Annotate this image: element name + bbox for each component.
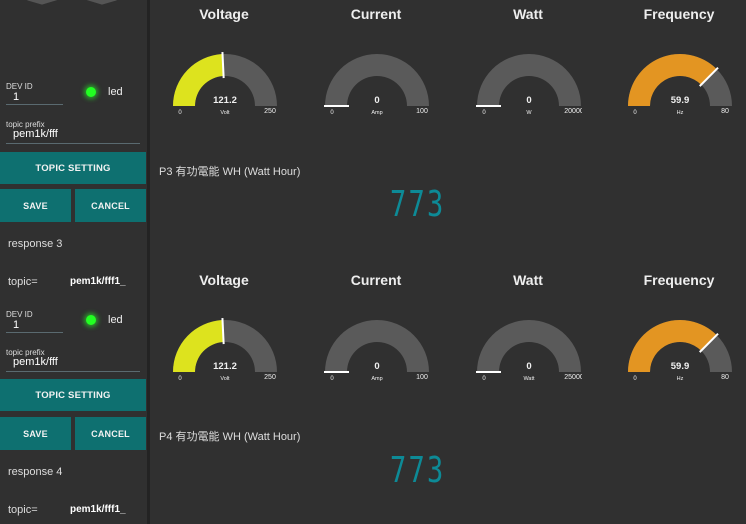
energy-label: P3 有功電能 WH (Watt Hour) <box>159 166 301 178</box>
dashboard-main: Voltage Current Watt Frequency 121.2 Volt… <box>150 0 746 524</box>
led-indicator <box>86 87 96 97</box>
topic-prefix-input[interactable]: pem1k/fff <box>13 128 58 140</box>
response-text: response 3 <box>8 238 63 250</box>
led-label: led <box>108 314 123 326</box>
gauge-max: 80 <box>721 108 729 115</box>
dev-id-label: DEV ID <box>6 82 33 91</box>
gauge-unit: Volt <box>220 110 230 116</box>
gauge-min: 0 <box>482 376 486 382</box>
dev-id-label: DEV ID <box>6 310 33 319</box>
gauge-min: 0 <box>330 110 334 116</box>
gauge-value: 59.9 <box>671 95 690 106</box>
gauge-unit: Watt <box>523 376 535 382</box>
gauge-max: 250 <box>264 374 276 381</box>
energy-label: P4 有功電能 WH (Watt Hour) <box>159 431 301 443</box>
topic-value: pem1k/fff1_ <box>70 504 126 515</box>
gauge-min: 0 <box>633 110 637 116</box>
gauge-max: 250 <box>264 108 276 115</box>
gauge-value: 59.9 <box>671 361 690 372</box>
header-logo-fragment <box>27 0 117 5</box>
gauge-title: Watt <box>513 6 543 22</box>
gauge-max: 100 <box>416 108 428 115</box>
gauge-max: 20000 <box>564 108 582 115</box>
topic-prefix-underline <box>6 143 140 144</box>
led-label: led <box>108 86 123 98</box>
gauge-title: Current <box>350 6 402 22</box>
gauge-unit: Hz <box>677 110 684 116</box>
current-gauge: 0 Amp 0 100 <box>324 54 429 116</box>
gauge-unit: W <box>526 110 532 116</box>
energy-lcd-value: 773 <box>390 184 446 225</box>
gauge-value: 0 <box>526 95 531 106</box>
gauge-value: 121.2 <box>213 95 237 106</box>
gauge-needle <box>221 318 225 345</box>
gauge-title: Voltage <box>199 6 249 22</box>
dev-id-input[interactable]: 1 <box>13 319 19 331</box>
dev-id-underline <box>6 332 63 333</box>
sidebar: DEV ID 1 led topic prefix pem1k/fff TOPI… <box>0 0 147 524</box>
save-button[interactable]: SAVE <box>0 417 71 450</box>
save-button[interactable]: SAVE <box>0 189 71 222</box>
cancel-button[interactable]: CANCEL <box>75 189 146 222</box>
gauge-min: 0 <box>482 110 486 116</box>
topic-prefix-input[interactable]: pem1k/fff <box>13 356 58 368</box>
gauge-value: 0 <box>526 361 531 372</box>
gauge-unit: Amp <box>371 110 382 116</box>
frequency-gauge: 59.9 Hz 0 80 <box>628 320 732 382</box>
dev-id-input[interactable]: 1 <box>13 91 19 103</box>
gauge-unit: Amp <box>371 376 382 382</box>
gauge-title: Watt <box>513 272 543 288</box>
gauge-value: 0 <box>374 95 379 106</box>
gauge-needle <box>221 52 225 79</box>
gauge-title: Frequency <box>643 6 715 22</box>
led-indicator <box>86 315 96 325</box>
gauge-max: 25000 <box>564 374 582 381</box>
current-gauge: 0 Amp 0 100 <box>324 320 429 382</box>
gauge-title: Current <box>350 272 402 288</box>
gauge-value: 0 <box>374 361 379 372</box>
gauge-min: 0 <box>633 376 637 382</box>
gauge-title: Voltage <box>199 272 249 288</box>
voltage-gauge: 121.2 Volt 0 250 <box>173 52 277 116</box>
gauge-max: 100 <box>416 374 428 381</box>
frequency-gauge: 59.9 Hz 0 80 <box>628 53 732 116</box>
topic-key: topic= <box>8 504 38 516</box>
gauge-unit: Volt <box>220 376 230 382</box>
gauge-min: 0 <box>178 110 182 116</box>
gauge-unit: Hz <box>677 376 684 382</box>
topic-setting-button[interactable]: TOPIC SETTING <box>0 379 146 411</box>
gauge-min: 0 <box>330 376 334 382</box>
topic-key: topic= <box>8 276 38 288</box>
gauge-title: Frequency <box>643 272 715 288</box>
dev-id-underline <box>6 104 63 105</box>
watt-gauge: 0 Watt 0 25000 <box>476 320 582 382</box>
gauge-max: 80 <box>721 374 729 381</box>
energy-lcd-value: 773 <box>390 450 446 491</box>
topic-prefix-underline <box>6 371 140 372</box>
cancel-button[interactable]: CANCEL <box>75 417 146 450</box>
response-text: response 4 <box>8 466 63 478</box>
topic-value: pem1k/fff1_ <box>70 276 126 287</box>
watt-gauge: 0 W 0 20000 <box>476 54 582 116</box>
gauge-min: 0 <box>178 376 182 382</box>
gauge-value: 121.2 <box>213 361 237 372</box>
voltage-gauge: 121.2 Volt 0 250 <box>173 318 277 382</box>
topic-setting-button[interactable]: TOPIC SETTING <box>0 152 146 184</box>
